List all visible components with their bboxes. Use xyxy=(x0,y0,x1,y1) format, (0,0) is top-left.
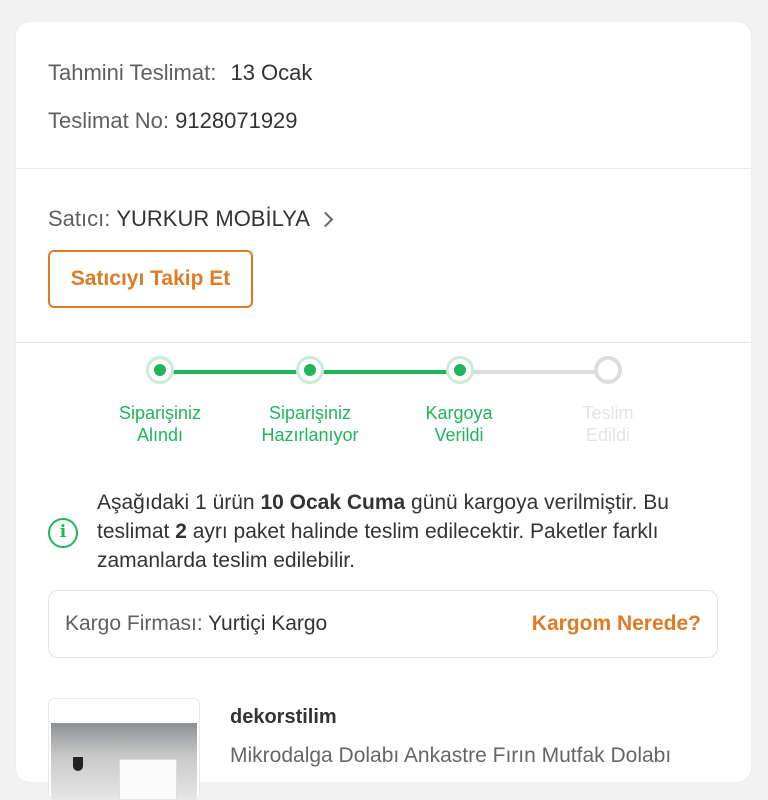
product-image xyxy=(51,723,197,799)
delivery-number: Teslimat No: 9128071929 xyxy=(48,108,298,134)
follow-seller-button[interactable]: Satıcıyı Takip Et xyxy=(48,250,253,308)
estimated-delivery: Tahmini Teslimat: 13 Ocak xyxy=(48,60,312,86)
thumb-lamp xyxy=(73,757,83,771)
seller-label: Satıcı: xyxy=(48,206,111,231)
delivery-info-section xyxy=(16,22,751,169)
estimated-delivery-label: Tahmini Teslimat: xyxy=(48,60,217,85)
shipment-info-text: Aşağıdaki 1 ürün 10 Ocak Cuma günü kargo… xyxy=(97,488,737,575)
product-thumbnail[interactable] xyxy=(48,698,200,800)
progress-line-2 xyxy=(310,370,460,374)
info-ship-date: 10 Ocak Cuma xyxy=(260,491,406,514)
product-title[interactable]: Mikrodalga Dolabı Ankastre Fırın Mutfak … xyxy=(230,744,720,768)
progress-line-1 xyxy=(160,370,310,374)
seller-link[interactable]: Satıcı: YURKUR MOBİLYA xyxy=(48,206,334,232)
delivery-number-label: Teslimat No: xyxy=(48,108,170,133)
step-4-pending-icon xyxy=(594,356,622,384)
progress-line-3 xyxy=(460,370,608,374)
step-2-label: Siparişiniz Hazırlanıyor xyxy=(261,403,359,445)
order-progress-tracker: Siparişiniz Alındı Siparişiniz Hazırlanı… xyxy=(0,352,735,445)
step-3-check-icon xyxy=(446,356,474,384)
step-4-label: Teslim Edildi xyxy=(582,403,634,445)
cargo-company: Kargo Firması: Yurtiçi Kargo xyxy=(65,612,327,636)
thumb-cabinet xyxy=(119,759,177,799)
step-3-label: Kargoya Verildi xyxy=(425,403,493,445)
product-store-name[interactable]: dekorstilim xyxy=(230,706,337,729)
cargo-company-name: Yurtiçi Kargo xyxy=(208,612,328,635)
info-icon: i xyxy=(48,518,78,548)
step-1-label: Siparişiniz Alındı xyxy=(118,403,202,445)
cargo-company-label: Kargo Firması: xyxy=(65,612,203,635)
info-package-count: 2 xyxy=(175,520,187,543)
chevron-right-icon xyxy=(317,211,334,227)
track-cargo-link[interactable]: Kargom Nerede? xyxy=(532,612,701,636)
info-text-part1: Aşağıdaki 1 ürün xyxy=(97,491,261,514)
delivery-number-value: 9128071929 xyxy=(175,108,298,133)
cargo-company-box: Kargo Firması: Yurtiçi Kargo Kargom Nere… xyxy=(48,590,718,658)
estimated-delivery-value: 13 Ocak xyxy=(230,60,313,85)
step-2-check-icon xyxy=(296,356,324,384)
seller-name: YURKUR MOBİLYA xyxy=(116,206,310,231)
step-1-check-icon xyxy=(146,356,174,384)
